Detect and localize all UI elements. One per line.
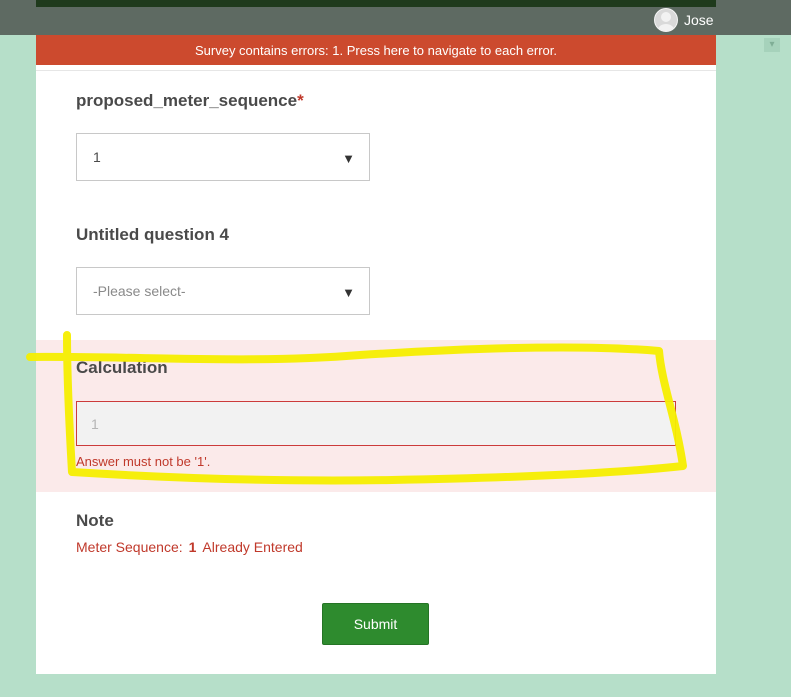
avatar[interactable] bbox=[654, 8, 678, 32]
dropdown-arrow-icon: ▼ bbox=[342, 285, 355, 300]
error-banner-text[interactable]: Survey contains errors: 1. Press here to… bbox=[195, 43, 557, 58]
required-marker: * bbox=[297, 91, 304, 110]
dropdown-indicator-icon: ▾ bbox=[764, 38, 780, 52]
question-label-calculation: Calculation bbox=[76, 358, 168, 377]
top-bar-accent bbox=[36, 0, 716, 7]
user-name[interactable]: Jose bbox=[684, 12, 714, 28]
question-label-untitled-question-4: Untitled question 4 bbox=[76, 225, 229, 244]
note-prefix: Meter Sequence: bbox=[76, 539, 183, 555]
validation-error-message: Answer must not be '1'. bbox=[76, 454, 211, 469]
select-placeholder: -Please select- bbox=[93, 283, 186, 299]
divider bbox=[36, 70, 716, 71]
calculation-value: 1 bbox=[91, 415, 99, 432]
survey-form: Survey contains errors: 1. Press here to… bbox=[36, 35, 716, 674]
question-label-text: proposed_meter_sequence bbox=[76, 91, 298, 110]
untitled-question-4-select[interactable]: -Please select- ▼ bbox=[76, 267, 370, 315]
question-label-proposed-meter-sequence: proposed_meter_sequence* bbox=[76, 91, 304, 111]
error-banner[interactable]: Survey contains errors: 1. Press here to… bbox=[36, 35, 716, 65]
submit-button[interactable]: Submit bbox=[322, 603, 429, 645]
calculation-field[interactable]: 1 bbox=[76, 401, 676, 446]
user-menu[interactable]: Jose bbox=[654, 8, 714, 32]
user-silhouette-icon bbox=[658, 12, 674, 31]
note-suffix: Already Entered bbox=[202, 539, 303, 555]
dropdown-arrow-icon: ▼ bbox=[342, 151, 355, 166]
note-number: 1 bbox=[188, 539, 197, 555]
note-text: Meter Sequence: 1 Already Entered bbox=[76, 539, 303, 555]
select-value: 1 bbox=[93, 149, 101, 165]
proposed-meter-sequence-select[interactable]: 1 ▼ bbox=[76, 133, 370, 181]
note-label: Note bbox=[76, 511, 114, 530]
